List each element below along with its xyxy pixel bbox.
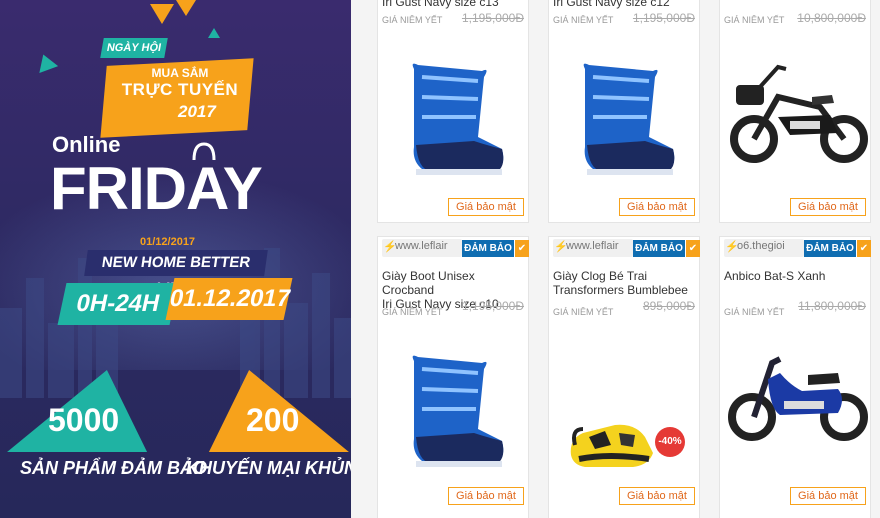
decor-triangle <box>150 4 174 24</box>
promo-banner[interactable]: NGÀY HỘI MUA SẮM TRỰC TUYẾN 2017 Online … <box>0 0 351 518</box>
price-label: GIÁ NIÊM YẾT <box>382 307 443 317</box>
event-line1: MUA SẮM <box>151 66 209 80</box>
checkmark-icon: ✔ <box>515 240 529 257</box>
product-card[interactable]: Iri Gust Navy size c12 GIÁ NIÊM YẾT 1,19… <box>548 0 700 223</box>
blue-boot-image[interactable] <box>378 37 530 187</box>
store-row: ⚡ www.leflair ĐẢM BẢO ✔ <box>549 237 701 259</box>
event-ngay-hoi: NGÀY HỘI <box>100 38 168 58</box>
product-name: Iri Gust Navy size c12 <box>553 0 670 9</box>
price-label: GIÁ NIÊM YẾT <box>724 15 785 25</box>
secure-price-button[interactable]: Giá bảo mật <box>448 198 524 216</box>
store-row: ⚡ o6.thegioi ĐẢM BẢO ✔ <box>720 237 872 259</box>
secure-price-button[interactable]: Giá bảo mật <box>790 487 866 505</box>
event-date-small: 01/12/2017 <box>140 236 196 248</box>
shopping-bag-icon <box>192 142 216 161</box>
secure-price-button[interactable]: Giá bảo mật <box>790 198 866 216</box>
stat2-number: 200 <box>246 402 300 438</box>
product-card[interactable]: Iri Gust Navy size c13 GIÁ NIÊM YẾT 1,19… <box>377 0 529 223</box>
product-name-line1[interactable]: Anbico Bat-S Xanh <box>724 269 825 283</box>
price-label: GIÁ NIÊM YẾT <box>724 307 785 317</box>
stat2-label: KHUYẾN MẠI KHỦNG <box>186 458 351 478</box>
product-card[interactable]: ⚡ www.leflair ĐẢM BẢO ✔ Giày Clog Bé Tra… <box>548 236 700 518</box>
checkmark-icon: ✔ <box>857 240 871 257</box>
event-time: 0H-24H <box>57 283 179 325</box>
blue-boot-image[interactable] <box>549 37 701 187</box>
product-card[interactable]: ⚡ o6.thegioi ĐẢM BẢO ✔ Anbico Bat-S Xanh… <box>719 236 871 518</box>
friday-logo-text: FRIDAY <box>50 155 263 222</box>
store-name[interactable]: o6.thegioi <box>737 240 799 252</box>
product-name-line2[interactable]: Transformers Bumblebee <box>553 283 688 297</box>
guarantee-badge: ĐẢM BẢO <box>804 240 856 257</box>
event-line2: TRỰC TUYẾN <box>121 80 239 99</box>
blue-scooter-image[interactable] <box>720 329 872 479</box>
event-date-big: 01.12.2017 <box>165 278 293 320</box>
stat1-label: SẢN PHẨM ĐẢM BẢO <box>20 458 207 478</box>
product-name: Iri Gust Navy size c13 <box>382 0 499 9</box>
event-badge: NGÀY HỘI MUA SẮM TRỰC TUYẾN 2017 <box>82 30 254 138</box>
store-row: ⚡ www.leflair ĐẢM BẢO ✔ <box>378 237 530 259</box>
banner-tagline: NEW HOME BETTER LIFE <box>84 250 268 297</box>
store-name[interactable]: www.leflair <box>395 240 457 252</box>
list-price: 11,800,000Đ <box>798 299 866 313</box>
product-name[interactable]: Anbico Bat-S Xanh <box>724 269 870 283</box>
price-label: GIÁ NIÊM YẾT <box>553 15 614 25</box>
event-year: 2017 <box>178 102 216 121</box>
blue-boot-image[interactable] <box>378 329 530 479</box>
store-name[interactable]: www.leflair <box>566 240 628 252</box>
discount-badge: -40% <box>655 427 685 457</box>
list-price: 1,195,000Đ <box>461 299 524 313</box>
guarantee-badge: ĐẢM BẢO <box>633 240 685 257</box>
list-price: 1,195,000Đ <box>461 11 524 25</box>
list-price: 895,000Đ <box>642 299 695 313</box>
secure-price-button[interactable]: Giá bảo mật <box>619 198 695 216</box>
checkmark-icon: ✔ <box>686 240 700 257</box>
decor-triangle <box>33 51 59 73</box>
black-scooter-image[interactable] <box>720 37 872 187</box>
list-price: 1,195,000Đ <box>632 11 695 25</box>
product-card[interactable]: GIÁ NIÊM YẾT 10,800,000Đ Giá bảo mật <box>719 0 871 223</box>
decor-triangle <box>176 0 196 16</box>
product-name[interactable]: Giày Clog Bé Trai Transformers Bumblebee <box>553 269 699 297</box>
guarantee-badge: ĐẢM BẢO <box>462 240 514 257</box>
price-label: GIÁ NIÊM YẾT <box>382 15 443 25</box>
product-card[interactable]: ⚡ www.leflair ĐẢM BẢO ✔ Giày Boot Unisex… <box>377 236 529 518</box>
price-label: GIÁ NIÊM YẾT <box>553 307 614 317</box>
yellow-clog-image[interactable] <box>549 329 701 479</box>
page: NGÀY HỘI MUA SẮM TRỰC TUYẾN 2017 Online … <box>0 0 880 518</box>
product-name-line1[interactable]: Giày Boot Unisex Crocband <box>382 269 475 297</box>
secure-price-button[interactable]: Giá bảo mật <box>448 487 524 505</box>
list-price: 10,800,000Đ <box>797 11 866 25</box>
stat1-number: 5000 <box>48 402 120 438</box>
secure-price-button[interactable]: Giá bảo mật <box>619 487 695 505</box>
product-name-line1[interactable]: Giày Clog Bé Trai <box>553 269 647 283</box>
